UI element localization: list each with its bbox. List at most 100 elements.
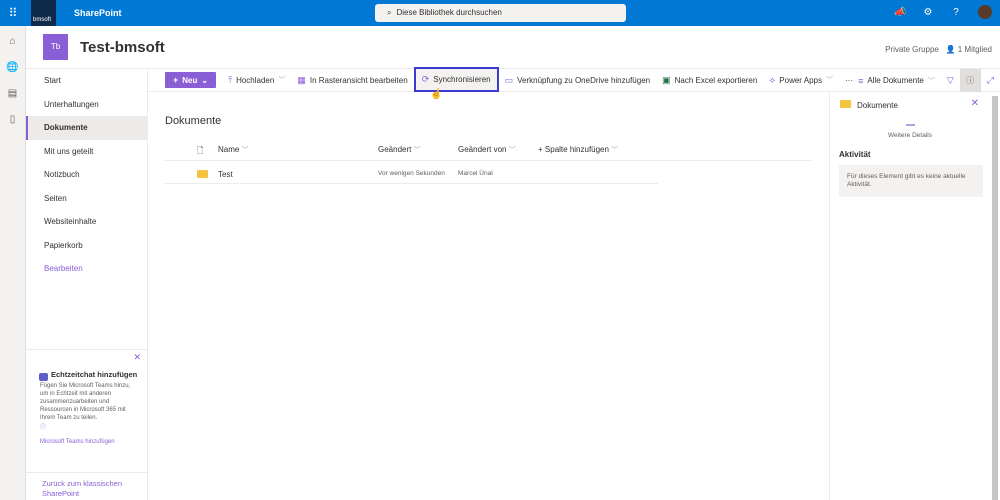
expand-icon: ⤢	[986, 75, 994, 85]
teams-icon	[39, 373, 48, 381]
column-modified-label: Geändert	[378, 145, 412, 154]
chevron-down-icon: ﹀	[508, 147, 516, 154]
close-icon[interactable]: ✕	[133, 353, 141, 362]
file-name[interactable]: Test	[218, 170, 233, 179]
chevron-down-icon: ﹀	[413, 147, 421, 154]
excel-icon: ▣	[662, 74, 671, 85]
grid-icon: ▦	[297, 74, 306, 85]
megaphone-icon[interactable]: 📣	[894, 7, 906, 18]
nav-documents[interactable]: Dokumente	[26, 116, 147, 140]
info-button[interactable]: ⓘ	[959, 69, 981, 92]
chevron-down-icon: ﹀	[826, 77, 833, 84]
add-teams-link[interactable]: Microsoft Teams hinzufügen	[40, 438, 139, 446]
command-bar: + Neu ⌄ ⤒ Hochladen ﹀ ▦ In Rasteransicht bear…	[148, 66, 1000, 92]
document-icon[interactable]: ▯	[0, 114, 25, 130]
gear-icon[interactable]: ⚙	[922, 7, 934, 18]
privacy-label: Private Gruppe	[885, 45, 939, 54]
teams-title: Echtzeitchat hinzufügen	[51, 370, 138, 379]
column-modified-by-label: Geändert von	[458, 145, 507, 154]
help-icon[interactable]: ?	[950, 7, 962, 18]
dash-icon	[906, 124, 915, 126]
modified-value: Vor wenigen Sekunden	[378, 170, 445, 177]
excel-label: Nach Excel exportieren	[674, 75, 758, 85]
expand-button[interactable]: ⤢	[981, 69, 1000, 92]
add-shortcut-button[interactable]: ▭ Verknüpfung zu OneDrive hinzufügen	[499, 69, 657, 92]
user-avatar[interactable]	[978, 5, 992, 19]
classic-link[interactable]: Zurück zum klassischen SharePoint	[26, 472, 147, 499]
activity-text: Für dieses Element gibt es keine aktuell…	[839, 165, 983, 197]
column-headers: 🗋 Name ﹀ Geändert ﹀ Geändert von ﹀ + Spa…	[165, 137, 812, 161]
nav-conversations[interactable]: Unterhaltungen	[26, 93, 147, 117]
nav-notebook[interactable]: Notizbuch	[26, 163, 147, 187]
filter-button[interactable]: ▽	[941, 69, 960, 92]
document-library: Dokumente 🗋 Name ﹀ Geändert ﹀ Geändert v…	[148, 92, 828, 500]
app-rail: ⌂ 🌐 ▤ ▯	[0, 26, 26, 500]
info-icon[interactable]: ⓘ	[40, 424, 139, 432]
modified-by-value: Marcel Ünal	[458, 170, 493, 177]
column-name[interactable]: Name ﹀	[218, 145, 249, 155]
folder-icon	[840, 100, 851, 108]
company-logo[interactable]: bmsoft	[31, 0, 56, 26]
nav-edit[interactable]: Bearbeiten	[26, 257, 147, 281]
sync-button[interactable]: ⟳ Synchronisieren	[413, 66, 499, 92]
power-apps-icon: ⟡	[769, 74, 776, 85]
teams-text: Fügen Sie Microsoft Teams hinzu, um in E…	[40, 383, 131, 421]
upload-label: Hochladen	[236, 75, 275, 85]
power-apps-button[interactable]: ⟡ Power Apps ﹀	[763, 69, 839, 92]
power-apps-label: Power Apps	[779, 75, 822, 85]
library-title: Dokumente	[165, 115, 222, 127]
filter-icon: ▽	[946, 75, 954, 85]
table-row[interactable]: Test Vor wenigen Sekunden Marcel Ünal	[165, 162, 658, 184]
news-icon[interactable]: ▤	[0, 88, 25, 104]
column-name-label: Name	[218, 145, 240, 154]
details-panel: Dokumente ✕ Weitere Details Aktivität Fü…	[829, 92, 989, 500]
nav-shared[interactable]: Mit uns geteilt	[26, 140, 147, 164]
nav-pages[interactable]: Seiten	[26, 187, 147, 211]
grid-view-button[interactable]: ▦ In Rasteransicht bearbeiten	[291, 69, 413, 92]
folder-icon	[197, 170, 208, 178]
grid-label: In Rasteransicht bearbeiten	[309, 75, 408, 85]
home-icon[interactable]: ⌂	[0, 36, 25, 52]
scrollbar[interactable]	[992, 96, 998, 500]
chevron-down-icon: ⌄	[201, 75, 209, 85]
close-icon[interactable]: ✕	[971, 98, 979, 109]
members-link[interactable]: 1 Mitglied	[958, 45, 992, 54]
file-type-icon[interactable]: 🗋	[197, 145, 203, 159]
view-selector[interactable]: ≡ Alle Dokumente ﹀	[852, 69, 941, 92]
globe-icon[interactable]: 🌐	[0, 62, 25, 78]
activity-heading: Aktivität	[839, 150, 871, 159]
upload-button[interactable]: ⤒ Hochladen ﹀	[222, 69, 291, 92]
chevron-down-icon: ﹀	[927, 77, 935, 85]
app-name[interactable]: SharePoint	[74, 8, 122, 18]
export-excel-button[interactable]: ▣ Nach Excel exportieren	[656, 69, 763, 92]
shortcut-icon: ▭	[504, 74, 514, 85]
search-icon: ⌕	[387, 8, 392, 17]
shortcut-label: Verknüpfung zu OneDrive hinzufügen	[517, 75, 651, 85]
top-bar: ⠿ bmsoft SharePoint ⌕ Diese Bibliothek du…	[0, 0, 1000, 26]
chevron-down-icon: ﹀	[241, 147, 249, 154]
view-label: Alle Dokumente	[867, 76, 924, 85]
column-modified[interactable]: Geändert ﹀	[378, 145, 421, 155]
add-column-button[interactable]: + Spalte hinzufügen ﹀	[538, 145, 618, 155]
sync-label: Synchronisieren	[433, 74, 491, 84]
nav-recycle-bin[interactable]: Papierkorb	[26, 234, 147, 258]
new-label: Neu	[182, 75, 198, 85]
site-logo[interactable]: Tb	[43, 34, 68, 60]
site-header: Tb Test-bmsoft Private Gruppe 👤 1 Mitgli…	[26, 26, 1000, 69]
chevron-down-icon: ﹀	[611, 147, 619, 154]
add-column-label: Spalte hinzufügen	[544, 145, 609, 154]
site-title[interactable]: Test-bmsoft	[80, 39, 165, 56]
search-input[interactable]: ⌕ Diese Bibliothek durchsuchen	[375, 4, 626, 22]
nav-site-contents[interactable]: Websiteinhalte	[26, 210, 147, 234]
new-button[interactable]: + Neu ⌄	[165, 72, 217, 88]
search-placeholder: Diese Bibliothek durchsuchen	[396, 8, 502, 17]
more-details-link[interactable]: Weitere Details	[830, 132, 990, 139]
upload-icon: ⤒	[228, 74, 233, 85]
site-navigation: Start Unterhaltungen Dokumente Mit uns g…	[26, 69, 148, 500]
sync-icon: ⟳	[421, 73, 430, 84]
person-icon: 👤	[945, 45, 956, 54]
nav-start[interactable]: Start	[26, 69, 147, 93]
plus-icon: +	[173, 75, 179, 85]
column-modified-by[interactable]: Geändert von ﹀	[458, 145, 516, 155]
app-launcher-icon[interactable]: ⠿	[6, 6, 20, 20]
